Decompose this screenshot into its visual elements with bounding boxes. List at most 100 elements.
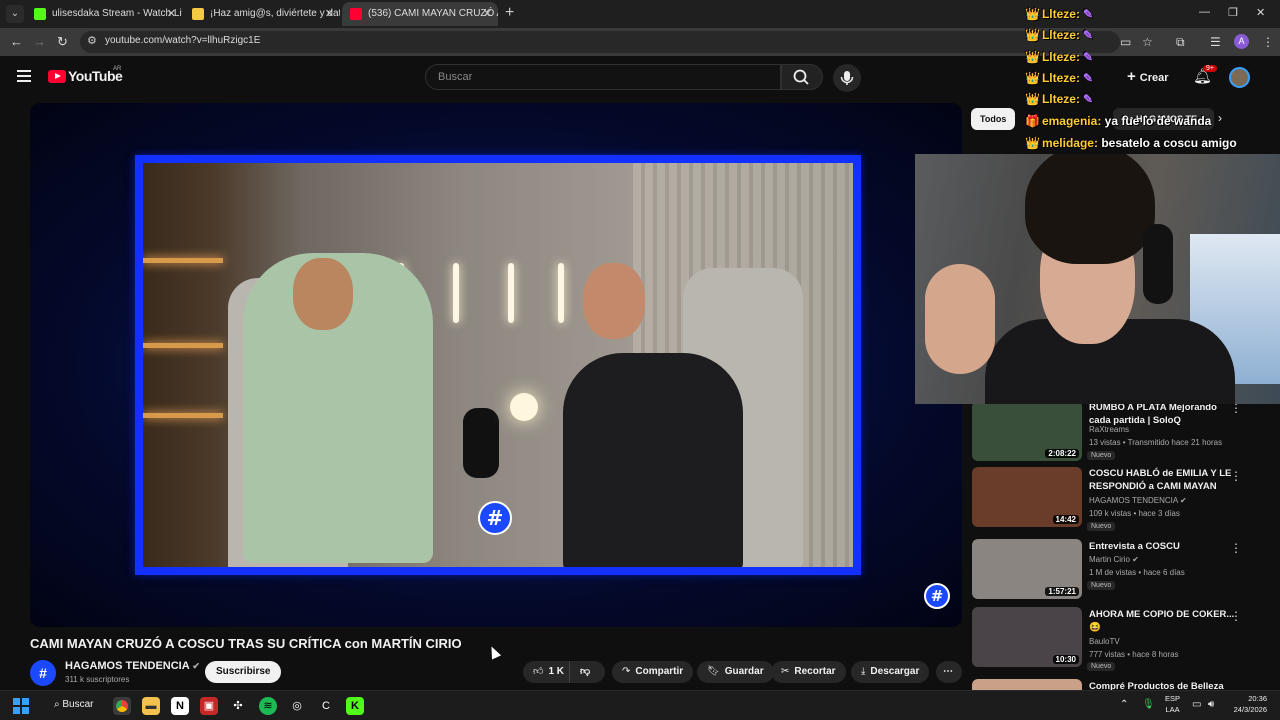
dislike-button[interactable]: 👎︎ — [569, 661, 605, 683]
more-options-icon[interactable]: ⋮ — [1230, 469, 1242, 483]
recommendation-item[interactable]: 1:57:21 Entrevista a COSCU Martin Cirio … — [970, 539, 1260, 605]
search-input[interactable] — [426, 65, 780, 89]
create-button[interactable]: + Crear — [1127, 68, 1169, 85]
spotify-icon[interactable]: ≋ — [259, 697, 277, 715]
recommendation-thumbnail[interactable]: 10:30 — [972, 607, 1082, 667]
recommendation-item[interactable]: Compré Productos de Belleza — [970, 679, 1260, 690]
close-window-icon[interactable]: ✕ — [1256, 6, 1265, 19]
subscribe-button[interactable]: Suscribirse — [205, 661, 282, 683]
chat-message: 👑 Llteze: ✎ — [1025, 7, 1093, 21]
download-label: Descargar — [870, 666, 920, 677]
download-button[interactable]: ⤓ Descargar — [851, 661, 930, 683]
minimize-icon[interactable]: — — [1199, 6, 1210, 18]
more-options-icon[interactable]: ⋮ — [1230, 541, 1242, 555]
thumbs-down-icon: 👎︎ — [580, 666, 591, 677]
recommendation-item[interactable]: 2:08:22 RUMBO A PLATA Mejorando cada par… — [970, 401, 1260, 467]
recommendation-title[interactable]: Compré Productos de Belleza — [1089, 680, 1239, 690]
filter-chip-all[interactable]: Todos — [971, 108, 1016, 130]
recommendation-item[interactable]: 10:30 AHORA ME COPIO DE COKER... 😆 Baulo… — [970, 607, 1260, 673]
chatgpt-icon[interactable]: ✣ — [229, 697, 247, 715]
app-c-icon[interactable]: C — [317, 697, 335, 715]
microphone-tray-icon[interactable]: 🎙︎ — [1142, 699, 1155, 710]
channel-name[interactable]: HAGAMOS TENDENCIA ✔ — [65, 660, 200, 672]
back-icon[interactable]: ← — [10, 34, 23, 49]
recommendation-title[interactable]: Entrevista a COSCU — [1089, 540, 1239, 553]
reload-icon[interactable]: ↻ — [57, 34, 68, 50]
speaker-icon[interactable]: 🔊︎ — [1208, 699, 1214, 710]
site-info-icon[interactable]: ⚙ — [87, 34, 97, 47]
save-button[interactable]: 🔖︎ Guardar — [697, 661, 774, 683]
search-button[interactable] — [781, 64, 823, 90]
app-icon[interactable]: ▣ — [200, 697, 218, 715]
share-button[interactable]: ↷ Compartir — [612, 661, 694, 683]
recommendation-title[interactable]: RUMBO A PLATA Mejorando cada partida | S… — [1089, 401, 1239, 427]
recommendation-thumbnail[interactable]: 1:57:21 — [972, 539, 1082, 599]
show-hidden-icons-icon[interactable]: ⌃ — [1120, 699, 1128, 710]
clip-button[interactable]: ✂ Recortar — [771, 661, 846, 683]
crown-icon: 👑 — [1025, 7, 1040, 21]
cast-icon[interactable]: ▭ — [1120, 35, 1131, 49]
tab-kick[interactable]: ulisesdaka Stream - Watch Live ✕ — [26, 2, 182, 26]
voice-search-button[interactable] — [833, 64, 861, 92]
save-label: Guardar — [724, 666, 764, 677]
chat-text: besatelo a coscu amigo — [1101, 136, 1237, 150]
tab-youtube[interactable]: (536) CAMI MAYAN CRUZÓ A C ✕ — [342, 2, 498, 26]
forward-icon[interactable]: → — [33, 34, 46, 49]
tab-chat-site[interactable]: ¡Haz amig@s, diviértete y date ✕ — [184, 2, 340, 26]
omnibox[interactable]: ⚙ youtube.com/watch?v=llhuRzigc1E — [80, 31, 1120, 53]
recommendation-item[interactable]: 14:42 COSCU HABLÓ de EMILIA Y LE RESPOND… — [970, 467, 1260, 533]
close-tab-icon[interactable]: ✕ — [325, 2, 334, 26]
recommendation-thumbnail[interactable] — [972, 679, 1082, 690]
like-button[interactable]: 👍︎ 1 K — [523, 661, 569, 683]
branding-watermark-icon[interactable]: # — [924, 583, 950, 609]
more-options-icon[interactable]: ⋮ — [1230, 609, 1242, 623]
share-label: Compartir — [635, 666, 684, 677]
tab-search-dropdown[interactable]: ⌄ — [6, 5, 24, 23]
hamburger-menu-icon[interactable] — [17, 70, 31, 82]
chat-text: ya fue lo de wanda — [1104, 114, 1212, 128]
new-badge: Nuevo — [1087, 522, 1116, 531]
notion-icon[interactable]: N — [171, 697, 189, 715]
search-box[interactable] — [425, 64, 781, 90]
new-tab-icon[interactable]: + — [505, 4, 514, 22]
streamer-webcam-overlay — [915, 154, 1280, 404]
kick-icon[interactable]: K — [346, 697, 364, 715]
recommendation-channel[interactable]: BauloTV — [1089, 637, 1120, 646]
close-tab-icon[interactable]: ✕ — [167, 2, 176, 26]
account-avatar[interactable] — [1229, 67, 1250, 88]
video-player[interactable]: # # — [30, 103, 962, 627]
extensions-icon[interactable]: ⧉ — [1176, 35, 1185, 50]
menu-kebab-icon[interactable]: ⋮ — [1262, 35, 1274, 49]
chips-next-icon[interactable]: › — [1218, 111, 1222, 125]
taskbar-search[interactable]: ⌕ Buscar — [54, 699, 94, 710]
file-explorer-icon[interactable]: ▬ — [142, 697, 160, 715]
emote-icon: ✎ — [1082, 71, 1094, 85]
recommendation-title[interactable]: AHORA ME COPIO DE COKER... 😆 — [1089, 608, 1239, 634]
chrome-icon[interactable] — [113, 697, 131, 715]
display-icon[interactable]: ▭ — [1192, 699, 1201, 710]
recommendation-channel[interactable]: Martin Cirio ✔ — [1089, 555, 1139, 564]
lang-code: ESP — [1165, 694, 1181, 703]
obs-icon[interactable]: ◎ — [288, 697, 306, 715]
browser-profile-avatar[interactable]: A — [1234, 34, 1249, 49]
recommendation-channel[interactable]: RaXtreams — [1089, 425, 1129, 434]
recommendation-thumbnail[interactable]: 14:42 — [972, 467, 1082, 527]
chat-username: Llteze: — [1041, 50, 1080, 64]
recommendation-meta: 109 k vistas • hace 3 días — [1089, 509, 1180, 518]
restore-icon[interactable]: ❐ — [1228, 6, 1238, 19]
mouse-cursor — [486, 644, 502, 660]
recommendation-title[interactable]: COSCU HABLÓ de EMILIA Y LE RESPONDIÓ a C… — [1089, 467, 1239, 493]
windows-start-icon[interactable] — [13, 698, 29, 714]
youtube-logo-icon[interactable] — [48, 70, 66, 83]
channel-avatar[interactable]: # — [30, 660, 56, 686]
close-tab-icon[interactable]: ✕ — [483, 2, 492, 26]
recommendation-channel[interactable]: HAGAMOS TENDENCIA ✔ — [1089, 496, 1187, 505]
recommendation-thumbnail[interactable]: 2:08:22 — [972, 401, 1082, 461]
system-clock[interactable]: 20:36 24/3/2026 — [1227, 693, 1267, 715]
bookmark-star-icon[interactable]: ☆ — [1142, 35, 1153, 49]
reading-list-icon[interactable]: ☰ — [1210, 35, 1221, 49]
streamer-hand — [925, 264, 995, 374]
wall-lamp — [508, 263, 514, 323]
language-indicator[interactable]: ESP LAA — [1165, 693, 1180, 715]
more-actions-button[interactable]: ⋯ — [936, 661, 962, 683]
